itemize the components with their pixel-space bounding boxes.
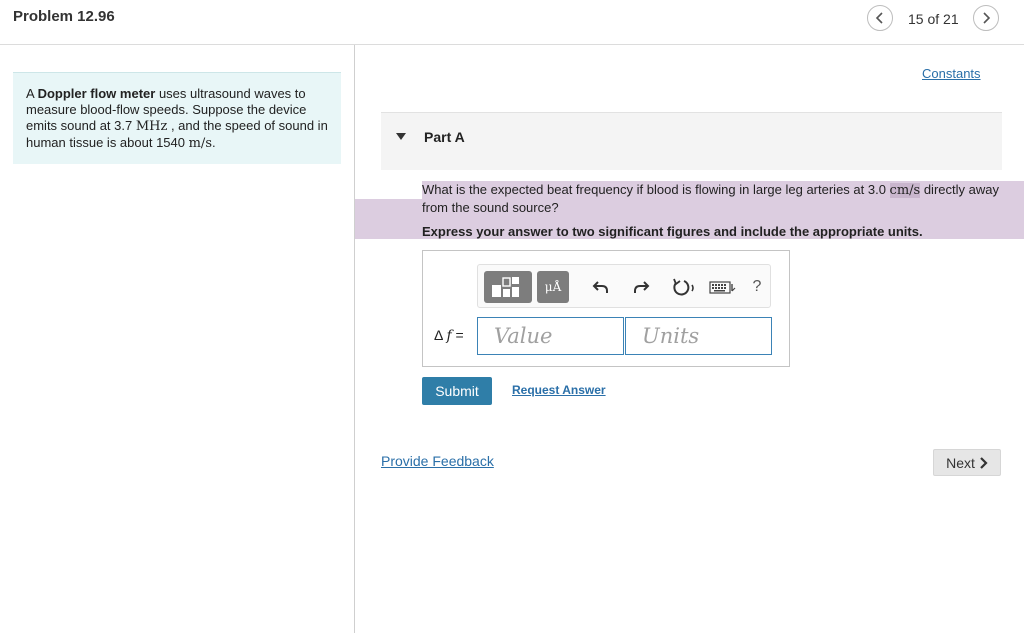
submit-button[interactable]: Submit	[422, 377, 492, 405]
keyboard-button[interactable]	[708, 271, 738, 303]
question-unit: cm/s	[889, 183, 921, 198]
chevron-right-icon	[983, 12, 991, 24]
next-problem-button[interactable]	[973, 5, 999, 31]
constants-link[interactable]: Constants	[922, 66, 981, 81]
part-a-header[interactable]: Part A	[381, 112, 1002, 170]
intro-unit-ms: m/s	[188, 136, 212, 151]
answer-label: Δ f =	[434, 327, 464, 344]
redo-icon	[634, 281, 650, 293]
redo-button[interactable]	[630, 271, 652, 303]
intro-unit-mhz: MHz	[135, 119, 168, 134]
caret-down-icon	[396, 133, 406, 140]
help-button[interactable]: ?	[749, 271, 765, 303]
value-input[interactable]	[477, 317, 624, 355]
intro-term: Doppler flow meter	[37, 86, 156, 101]
delta-symbol: Δ	[434, 327, 443, 343]
chevron-right-icon	[980, 456, 988, 469]
units-button[interactable]: μÅ	[537, 271, 569, 303]
units-input[interactable]	[625, 317, 772, 355]
page-counter: 15 of 21	[908, 11, 959, 27]
request-answer-link[interactable]: Request Answer	[512, 383, 606, 397]
instruction-text: Express your answer to two significant f…	[422, 224, 923, 239]
previous-problem-button[interactable]	[867, 5, 893, 31]
question-text: What is the expected beat frequency if b…	[422, 181, 1012, 216]
intro-text-d: .	[212, 135, 216, 150]
top-bar: Problem 12.96 15 of 21	[0, 0, 1024, 45]
chevron-left-icon	[875, 12, 883, 24]
part-title: Part A	[424, 129, 465, 145]
keyboard-icon	[709, 281, 736, 294]
column-divider	[354, 45, 355, 633]
next-button[interactable]: Next	[933, 449, 1001, 476]
undo-button[interactable]	[590, 271, 612, 303]
undo-icon	[592, 281, 608, 293]
intro-text-a: A	[26, 86, 38, 101]
question-part-1: What is the expected beat frequency if b…	[422, 182, 890, 197]
reset-icon	[673, 278, 694, 296]
problem-intro: A Doppler flow meter uses ultrasound wav…	[13, 72, 341, 164]
templates-icon	[492, 277, 519, 297]
math-toolbar: μÅ ?	[477, 264, 771, 308]
problem-title: Problem 12.96	[13, 8, 115, 25]
provide-feedback-link[interactable]: Provide Feedback	[381, 453, 494, 469]
answer-equals: =	[451, 327, 464, 343]
reset-button[interactable]	[668, 271, 698, 303]
templates-button[interactable]	[484, 271, 532, 303]
next-label: Next	[946, 454, 975, 471]
